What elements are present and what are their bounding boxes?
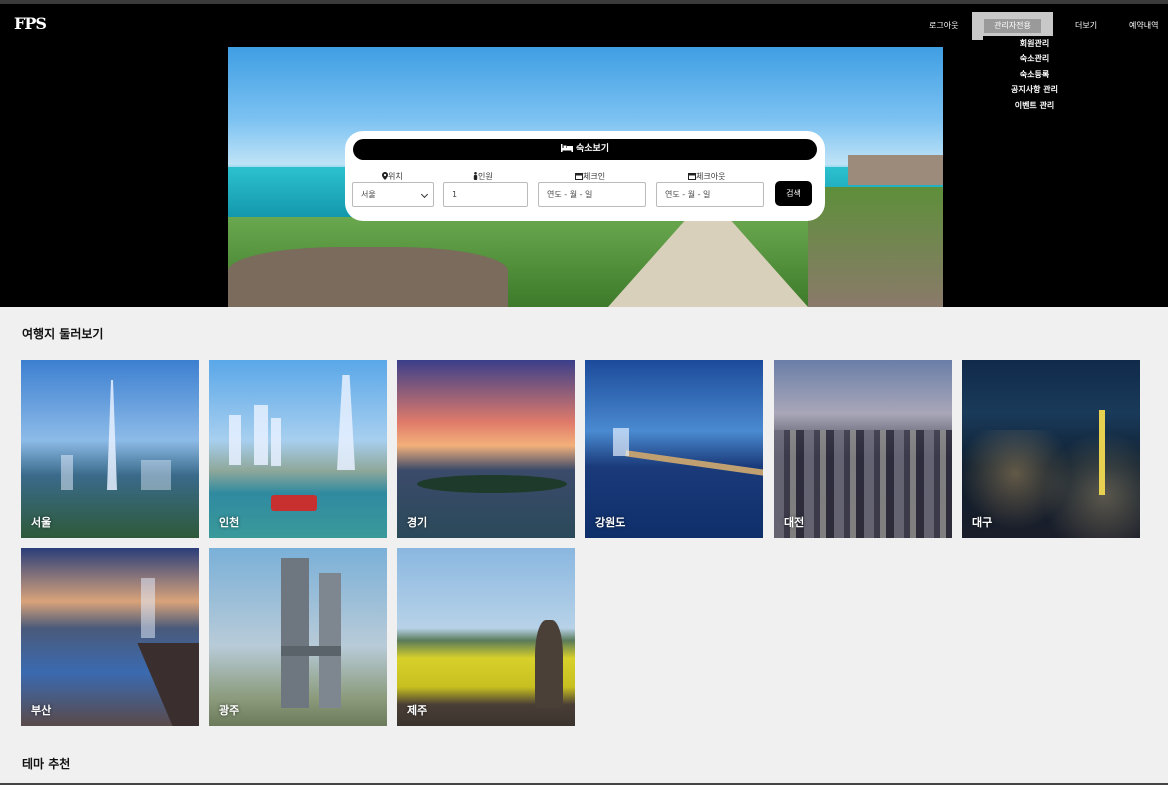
city-card-jeju[interactable]: 제주 (397, 548, 575, 726)
search-card: 숙소보기 위치 서울 인원 1 체크인 연도 - 월 - 일 체크아웃 연도 -… (345, 131, 825, 221)
city-label: 서울 (31, 516, 52, 529)
more-link[interactable]: 더보기 (1075, 20, 1097, 31)
admin-menu-register[interactable]: 숙소등록 (983, 69, 1086, 80)
admin-menu-notices[interactable]: 공지사항 관리 (983, 84, 1086, 95)
calendar-icon (688, 173, 696, 180)
city-label: 부산 (31, 704, 52, 717)
guests-input[interactable]: 1 (443, 182, 528, 207)
city-label: 제주 (407, 704, 428, 717)
logout-link[interactable]: 로그아웃 (929, 20, 958, 31)
city-label: 인천 (219, 516, 240, 529)
search-title-label: 숙소보기 (575, 144, 610, 154)
city-label: 광주 (219, 704, 240, 717)
admin-menu-label: 관리자전용 (984, 19, 1041, 33)
checkout-label: 체크아웃 (688, 171, 725, 182)
logo[interactable]: FPS (14, 14, 47, 33)
reservations-link[interactable]: 예약내역 (1129, 20, 1158, 31)
admin-menu-members[interactable]: 회원관리 (983, 38, 1086, 49)
search-title: 숙소보기 (353, 139, 817, 160)
checkout-date-input[interactable]: 연도 - 월 - 일 (656, 182, 764, 207)
checkin-date-input[interactable]: 연도 - 월 - 일 (538, 182, 646, 207)
guests-label: 인원 (473, 171, 493, 182)
city-label: 대구 (972, 516, 993, 529)
city-card-gyeonggi[interactable]: 경기 (397, 360, 575, 538)
location-label: 위치 (382, 171, 403, 182)
city-card-gwangju[interactable]: 광주 (209, 548, 387, 726)
theme-title: 테마 추천 (22, 757, 71, 771)
city-label: 대전 (784, 516, 805, 529)
admin-menu-events[interactable]: 이벤트 관리 (983, 100, 1086, 111)
destinations-title: 여행지 둘러보기 (22, 327, 104, 341)
location-select[interactable]: 서울 (352, 182, 434, 207)
city-card-daegu[interactable]: 대구 (962, 360, 1140, 538)
city-card-daejeon[interactable]: 대전 (774, 360, 952, 538)
calendar-icon (575, 173, 583, 180)
city-label: 경기 (407, 516, 428, 529)
admin-dropdown: 회원관리 숙소관리 숙소등록 공지사항 관리 이벤트 관리 (983, 36, 1086, 114)
city-card-seoul[interactable]: 서울 (21, 360, 199, 538)
checkin-label: 체크인 (575, 171, 605, 182)
city-card-busan[interactable]: 부산 (21, 548, 199, 726)
admin-menu-accommodations[interactable]: 숙소관리 (983, 53, 1086, 64)
city-card-incheon[interactable]: 인천 (209, 360, 387, 538)
city-label: 강원도 (595, 516, 626, 529)
bed-icon (560, 144, 573, 152)
city-card-gangwon[interactable]: 강원도 (585, 360, 763, 538)
search-button[interactable]: 검색 (775, 181, 812, 206)
